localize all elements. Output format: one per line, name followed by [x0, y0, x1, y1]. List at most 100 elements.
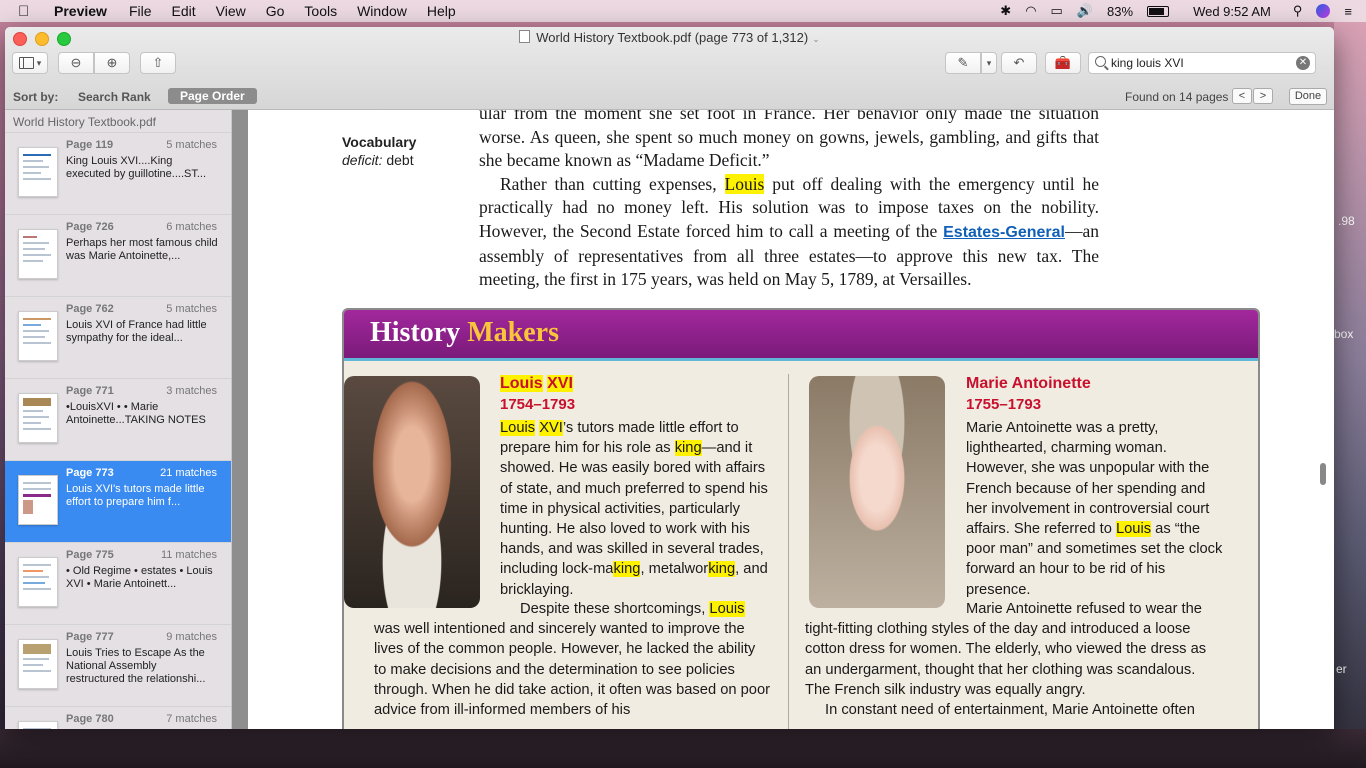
volume-icon[interactable]: 🔊 — [1077, 3, 1093, 19]
paragraph: In constant need of entertainment, Marie… — [825, 702, 1195, 719]
vocab-term: deficit: — [342, 152, 383, 168]
preview-window: World History Textbook.pdf (page 773 of … — [5, 27, 1334, 729]
spotlight-icon[interactable]: ⚲ — [1293, 3, 1303, 19]
zoom-out-button[interactable]: ⊖ — [58, 52, 94, 74]
notification-center-icon[interactable]: ≡ — [1344, 4, 1352, 19]
sidebar-icon — [18, 57, 34, 69]
airplay-icon[interactable]: ▭ — [1051, 3, 1063, 19]
column-divider — [788, 374, 789, 729]
sidebar-toggle-button[interactable]: ▾ — [12, 52, 48, 74]
result-page: Page 771 — [66, 385, 114, 397]
result-snippet: Perhaps her most famous child was Marie … — [66, 237, 218, 262]
paragraph: Marie Antoinette refused to wear the tig… — [805, 599, 1215, 700]
result-snippet: Louis XVI's tutors made little effort to… — [66, 483, 205, 508]
markup-menu-button[interactable]: ▾ — [981, 52, 997, 74]
result-matches: 6 matches — [166, 221, 217, 233]
vocab-def: debt — [386, 152, 414, 168]
rotate-icon: ↶ — [1013, 55, 1025, 70]
result-snippet: • Old Regime • estates • Louis XVI • Mar… — [66, 565, 213, 590]
menu-help[interactable]: Help — [427, 3, 456, 19]
text: Marie Antoinette refused to wear the tig… — [805, 601, 1207, 698]
search-highlight: XVI — [547, 375, 573, 392]
search-results-sidebar: World History Textbook.pdf Page 119 5 ma… — [5, 110, 232, 729]
document-view[interactable]: Vocabulary deficit: debt ular from the m… — [232, 110, 1334, 729]
desktop-bottom — [0, 729, 1366, 768]
result-page: Page 726 — [66, 221, 114, 233]
menu-tools[interactable]: Tools — [304, 3, 337, 19]
sort-search-rank-button[interactable]: Search Rank — [78, 90, 151, 104]
page-thumbnail — [18, 229, 58, 279]
pdf-page: Vocabulary deficit: debt ular from the m… — [248, 110, 1334, 729]
found-count: Found on 14 pages — [1125, 90, 1229, 104]
louis-bio-bottom: Despite these shortcomings, Louis was we… — [374, 599, 770, 720]
done-button[interactable]: Done — [1289, 88, 1327, 105]
sort-page-order-button[interactable]: Page Order — [168, 88, 257, 104]
desktop-label: box — [1334, 327, 1354, 341]
siri-icon[interactable] — [1316, 4, 1331, 18]
bluetooth-icon[interactable]: ✱ — [1000, 3, 1011, 19]
search-input[interactable] — [1111, 55, 1291, 71]
search-result-item-selected[interactable]: Page 773 21 matches Louis XVI's tutors m… — [5, 460, 231, 542]
clear-search-icon[interactable]: ✕ — [1296, 56, 1310, 70]
battery-percent[interactable]: 83% — [1107, 4, 1133, 19]
page-thumbnail — [18, 311, 58, 361]
result-matches: 7 matches — [166, 713, 217, 725]
banner-title: History Makers — [370, 317, 559, 349]
document-scrollbar[interactable] — [1320, 463, 1326, 485]
page-thumbnail — [18, 475, 58, 525]
paragraph: Despite these shortcomings, Louis was we… — [374, 599, 770, 720]
banner-title-part: Makers — [467, 317, 559, 348]
text: Rather than cutting expenses, — [500, 173, 725, 194]
search-highlight: Louis — [500, 375, 543, 392]
wifi-icon[interactable]: ◠ — [1025, 3, 1036, 19]
share-icon: ⇧ — [152, 55, 164, 70]
search-result-item[interactable]: Page 726 6 matches Perhaps her most famo… — [5, 214, 231, 296]
rotate-button[interactable]: ↶ — [1001, 52, 1037, 74]
search-result-item[interactable]: Page 780 7 matches — [5, 706, 231, 729]
page-thumbnail — [18, 721, 58, 729]
history-makers-box: History Makers Louis XVI 1754–1793 Louis… — [342, 308, 1260, 729]
menu-view[interactable]: View — [216, 3, 246, 19]
result-snippet: •LouisXVI • • Marie Antoinette...TAKING … — [66, 401, 206, 426]
banner-title-part: History — [370, 317, 461, 348]
zoom-in-button[interactable]: ⊕ — [94, 52, 130, 74]
paragraph: Marie Antoinette was a pretty, lighthear… — [966, 418, 1228, 600]
search-result-item[interactable]: Page 775 11 matches • Old Regime • estat… — [5, 542, 231, 624]
next-result-button[interactable]: > — [1253, 88, 1273, 104]
marie-antoinette-portrait — [809, 376, 945, 608]
share-button[interactable]: ⇧ — [140, 52, 176, 74]
battery-icon[interactable] — [1147, 5, 1170, 17]
vocabulary-heading: Vocabulary — [342, 134, 417, 150]
search-result-item[interactable]: Page 119 5 matches King Louis XVI....Kin… — [5, 132, 231, 214]
page-thumbnail — [18, 557, 58, 607]
menu-edit[interactable]: Edit — [172, 3, 196, 19]
search-highlight: king — [708, 561, 736, 578]
search-result-item[interactable]: Page 762 5 matches Louis XVI of France h… — [5, 296, 231, 378]
markup-button[interactable]: ✎ — [945, 52, 981, 74]
result-page: Page 762 — [66, 303, 114, 315]
app-menu[interactable]: Preview — [54, 3, 107, 19]
desktop-edge — [1334, 22, 1366, 768]
previous-result-button[interactable]: < — [1232, 88, 1252, 104]
text: Marie Antoinette was a pretty, lighthear… — [966, 420, 1210, 538]
menu-file[interactable]: File — [129, 3, 152, 19]
marie-bio-top: Marie Antoinette was a pretty, lighthear… — [966, 418, 1228, 600]
menu-window[interactable]: Window — [357, 3, 407, 19]
louis-bio-top: Louis XVI’s tutors made little effort to… — [500, 418, 770, 600]
apple-menu-icon[interactable]:  — [18, 3, 34, 20]
search-result-item[interactable]: Page 771 3 matches •LouisXVI • • Marie A… — [5, 378, 231, 460]
search-result-item[interactable]: Page 777 9 matches Louis Tries to Escape… — [5, 624, 231, 706]
menu-go[interactable]: Go — [266, 3, 285, 19]
search-results-bar: Sort by: Search Rank Page Order Found on… — [5, 83, 1334, 109]
document-icon — [519, 30, 531, 43]
search-highlight: Louis — [1115, 521, 1152, 538]
body-text: ular from the moment she set foot in Fra… — [479, 110, 1099, 292]
search-field[interactable]: ✕ — [1088, 52, 1316, 74]
sort-by-label: Sort by: — [13, 90, 59, 104]
toolbox-button[interactable]: 🧰 — [1045, 52, 1081, 74]
window-title[interactable]: World History Textbook.pdf (page 773 of … — [5, 30, 1334, 45]
text: —and it showed. He was easily bored with… — [500, 440, 768, 578]
clock[interactable]: Wed 9:52 AM — [1193, 4, 1271, 19]
estates-general-link[interactable]: Estates-General — [943, 224, 1065, 241]
result-matches: 5 matches — [166, 139, 217, 151]
